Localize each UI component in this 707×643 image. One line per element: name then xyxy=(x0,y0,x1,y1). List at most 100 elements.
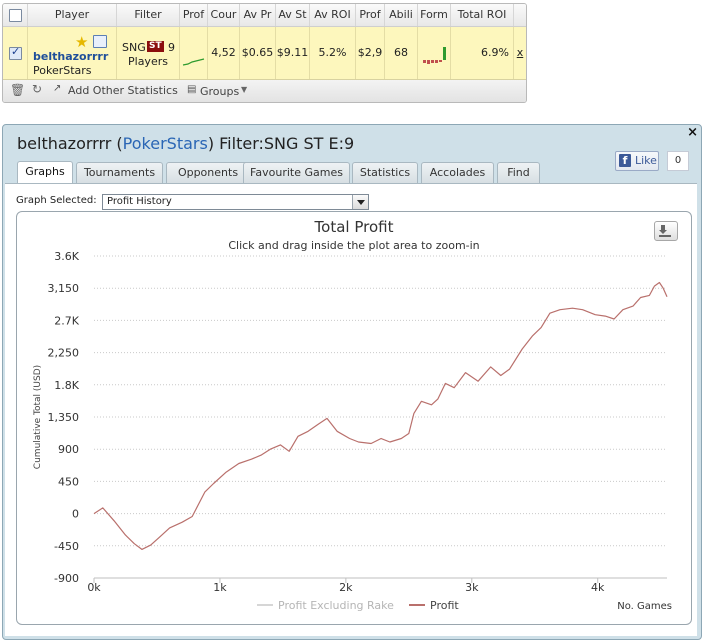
form-bar xyxy=(423,60,426,63)
chevron-down-icon[interactable]: ▼ xyxy=(241,85,247,94)
profit-sparkline-graph xyxy=(182,58,205,66)
legend-item: Profit xyxy=(430,599,459,612)
x-tick-label: 0k xyxy=(87,581,101,594)
column-header-av-roi[interactable]: Av ROI xyxy=(310,4,356,26)
row-checkbox[interactable] xyxy=(9,45,22,60)
refresh-icon[interactable]: ↻ xyxy=(32,82,42,96)
facebook-like-button[interactable]: f Like xyxy=(615,151,659,171)
player-site: PokerStars xyxy=(33,64,92,77)
tab-find[interactable]: Find xyxy=(497,162,540,183)
select-all-checkbox[interactable] xyxy=(9,9,22,22)
panel-title-site-link[interactable]: PokerStars xyxy=(123,134,208,153)
x-tick-label: 1k xyxy=(213,581,227,594)
remove-row-link[interactable]: x xyxy=(514,27,526,79)
y-tick-label: -900 xyxy=(54,572,79,585)
tab-graphs[interactable]: Graphs xyxy=(17,161,73,184)
profit-chart[interactable]: Total Profit Click and drag inside the p… xyxy=(16,211,692,625)
panel-title-filter: ) Filter:SNG ST E:9 xyxy=(207,134,355,153)
tab-opponents[interactable]: Opponents xyxy=(166,162,250,183)
form-bar xyxy=(431,60,434,63)
y-tick-label: 900 xyxy=(58,443,79,456)
player-panel: belthazorrrr (PokerStars) Filter:SNG ST … xyxy=(2,124,702,640)
tab-favourite-games[interactable]: Favourite Games xyxy=(243,162,350,183)
filter-players-count: 9 xyxy=(168,41,175,54)
y-tick-label: 2,250 xyxy=(48,347,80,360)
column-header-total-roi[interactable]: Total ROI xyxy=(451,4,514,26)
facebook-icon: f xyxy=(619,154,631,167)
x-tick-label: 3k xyxy=(465,581,479,594)
y-tick-label: 1,350 xyxy=(48,411,80,424)
column-header-profit-graph[interactable]: Prof xyxy=(180,4,208,26)
x-axis-title: No. Games xyxy=(617,601,672,612)
av-profit-cell: $0.65 xyxy=(240,27,276,79)
form-bar-graph xyxy=(423,47,446,64)
graph-select-value: Profit History xyxy=(107,196,172,207)
y-tick-label: 0 xyxy=(72,508,79,521)
graph-selected-label: Graph Selected: xyxy=(16,195,97,206)
count-cell: 4,52 xyxy=(208,27,240,79)
graph-select-dropdown[interactable]: Profit History xyxy=(102,194,369,210)
header-select-all[interactable] xyxy=(3,4,28,26)
like-count: 0 xyxy=(667,151,689,171)
player-details-icon[interactable] xyxy=(93,35,107,48)
statistics-grid: Player Filter Prof Cour Av Pr Av St Av R… xyxy=(2,3,527,103)
tab-statistics[interactable]: Statistics xyxy=(352,162,418,183)
form-bar xyxy=(443,47,446,60)
grid-footer: 🗑 ↻ ↗ Add Other Statistics ▤ Groups ▼ xyxy=(3,80,526,102)
y-tick-label: 3,150 xyxy=(48,282,80,295)
profit-cell: $2,9 xyxy=(356,27,385,79)
panel-title-player: belthazorrrr xyxy=(17,134,112,153)
y-tick-label: -450 xyxy=(54,540,79,553)
player-row[interactable]: ★ belthazorrrr PokerStars SNG ST 9 Playe… xyxy=(3,27,526,80)
x-tick-label: 4k xyxy=(591,581,605,594)
close-icon[interactable]: × xyxy=(687,125,698,140)
total-roi-value: 6.9% xyxy=(481,46,509,59)
column-header-ability[interactable]: Abili xyxy=(385,4,418,26)
column-header-count[interactable]: Cour xyxy=(208,4,240,26)
trash-icon[interactable]: 🗑 xyxy=(10,83,25,97)
column-header-profit[interactable]: Prof xyxy=(356,4,385,26)
profit-sparkline xyxy=(180,27,208,79)
chart-plot-area[interactable]: 3.6K 3,150 2.7K 2,250 1.8K 1,350 900 450 0 -450 -9… xyxy=(17,212,691,624)
av-stake-cell: $9.11 xyxy=(276,27,310,79)
column-header-av-profit[interactable]: Av Pr xyxy=(240,4,276,26)
chevron-down-icon[interactable] xyxy=(352,195,368,209)
tab-tournaments[interactable]: Tournaments xyxy=(76,162,163,183)
graphs-tab-content: Graph Selected: Profit History Total Pro… xyxy=(5,183,697,636)
add-other-statistics-button[interactable]: Add Other Statistics xyxy=(68,84,178,97)
form-bar xyxy=(439,60,442,62)
ability-cell: 68 xyxy=(385,27,418,79)
y-tick-label: 1.8K xyxy=(54,379,79,392)
filter-cell: SNG ST 9 Players xyxy=(117,27,180,79)
filter-badge: ST xyxy=(147,41,164,52)
av-roi-cell: 5.2% xyxy=(310,27,356,79)
total-roi-cell: 6.9% xyxy=(451,27,514,79)
row-select-cell xyxy=(3,27,28,79)
y-axis-title: Cumulative Total (USD) xyxy=(33,365,43,469)
y-tick-label: 2.7K xyxy=(54,314,79,327)
panel-title: belthazorrrr (PokerStars) Filter:SNG ST … xyxy=(17,134,354,153)
filter-game: SNG xyxy=(122,41,146,54)
player-name-link[interactable]: belthazorrrr xyxy=(33,50,108,63)
like-label: Like xyxy=(635,154,657,167)
column-header-filter[interactable]: Filter xyxy=(117,4,180,26)
form-cell xyxy=(418,27,451,79)
sparkline-line xyxy=(182,58,205,66)
player-cell: ★ belthazorrrr PokerStars xyxy=(28,27,117,79)
external-link-icon[interactable]: ↗ xyxy=(53,83,61,94)
favourite-star-icon[interactable]: ★ xyxy=(75,33,88,51)
column-header-player[interactable]: Player xyxy=(28,4,117,26)
series-line-profit xyxy=(93,281,668,550)
groups-icon: ▤ xyxy=(187,84,197,95)
form-bar xyxy=(427,60,430,64)
y-tick-label: 3.6K xyxy=(54,250,79,263)
legend-item: Profit Excluding Rake xyxy=(278,599,394,612)
groups-menu[interactable]: Groups xyxy=(200,85,239,98)
tab-accolades[interactable]: Accolades xyxy=(421,162,494,183)
y-tick-label: 450 xyxy=(58,475,79,488)
column-header-av-stake[interactable]: Av St xyxy=(276,4,310,26)
grid-header: Player Filter Prof Cour Av Pr Av St Av R… xyxy=(3,4,526,27)
column-header-form[interactable]: Form xyxy=(418,4,451,26)
x-tick-label: 2k xyxy=(339,581,353,594)
form-bar xyxy=(435,60,438,63)
